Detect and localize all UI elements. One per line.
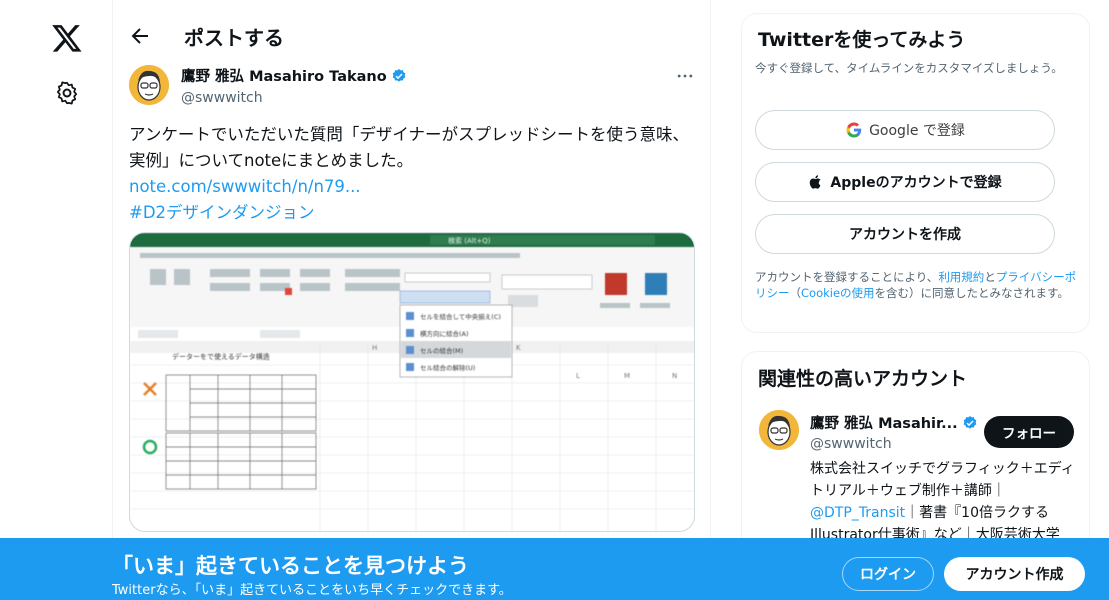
- col-m: M: [624, 372, 630, 380]
- avatar[interactable]: [129, 65, 169, 105]
- related-bio: 株式会社スイッチでグラフィック＋エディトリアル＋ウェブ制作＋講師｜ @DTP_Tr…: [810, 458, 1080, 546]
- signup-button[interactable]: アカウント作成: [944, 557, 1085, 591]
- google-signup-button[interactable]: Google で登録: [755, 110, 1055, 150]
- gear-icon[interactable]: [54, 80, 80, 106]
- bio-mention[interactable]: @DTP_Transit: [810, 505, 905, 521]
- verified-badge-icon: [963, 415, 976, 429]
- legal-and: と: [984, 270, 996, 284]
- cookie-link[interactable]: Cookieの使用: [801, 286, 875, 300]
- ribbon-search: 検索 (Alt+Q): [448, 236, 491, 245]
- tweet-body: アンケートでいただいた質問「デザイナーがスプレッドシートを使う意味、実例」につい…: [129, 122, 695, 226]
- tweet-image[interactable]: 検索 (Alt+Q) H K L M N データーをで使えるデータ構造 セルを結…: [129, 232, 695, 532]
- right-sidebar: Twitterを使ってみよう 今すぐ登録して、タイムラインをカスタマイズしましょ…: [741, 13, 1090, 600]
- left-nav: [0, 0, 112, 600]
- create-account-button[interactable]: アカウントを作成: [755, 214, 1055, 254]
- verified-badge-icon: [392, 68, 406, 82]
- legal-notice: アカウントを登録することにより、利用規約とプライバシーポリシー（Cookieの使…: [755, 269, 1085, 301]
- main-column: ポストする 鷹野 雅弘 Masahiro Takano @swwwitch アン…: [112, 0, 711, 600]
- bio-line-1: 株式会社スイッチでグラフィック＋エディトリアル＋ウェブ制作＋講師｜: [810, 461, 1075, 499]
- login-button[interactable]: ログイン: [842, 557, 934, 591]
- arrow-left-icon[interactable]: [128, 24, 152, 48]
- legal-mid: （: [789, 286, 802, 300]
- menu-merge-across: 横方向に結合(A): [420, 329, 469, 338]
- tweet-link[interactable]: note.com/swwwitch/n/n79...: [129, 174, 695, 200]
- menu-merge-center: セルを結合して中央揃え(C): [420, 312, 501, 321]
- menu-merge-cells: セルの結合(M): [420, 346, 463, 355]
- google-signup-label: Google で登録: [869, 123, 965, 139]
- banner-title: 「いま」起きていることを見つけよう: [112, 554, 469, 578]
- col-l: L: [576, 372, 580, 380]
- apple-signup-button[interactable]: Appleのアカウントで登録: [755, 162, 1055, 202]
- col-k: K: [516, 344, 521, 352]
- tweet-author[interactable]: 鷹野 雅弘 Masahiro Takano @swwwitch: [181, 65, 407, 106]
- apple-icon: [810, 175, 821, 189]
- banner-subtitle: Twitterなら、「いま」起きていることをいち早くチェックできます。: [112, 583, 512, 598]
- author-name: 鷹野 雅弘 Masahiro Takano: [181, 69, 387, 85]
- x-logo-icon[interactable]: [51, 22, 83, 54]
- google-icon: [846, 122, 862, 138]
- create-account-label: アカウントを作成: [849, 227, 961, 243]
- tweet-hashtag[interactable]: #D2デザインダンジョン: [129, 200, 695, 226]
- signup-subtitle: 今すぐ登録して、タイムラインをカスタマイズしましょう。: [755, 61, 1063, 75]
- author-handle: @swwwitch: [181, 90, 263, 106]
- author-name-row: 鷹野 雅弘 Masahiro Takano: [181, 65, 407, 86]
- apple-signup-label: Appleのアカウントで登録: [830, 175, 1002, 191]
- col-n: N: [672, 372, 677, 380]
- related-title: 関連性の高いアカウント: [758, 368, 968, 390]
- page-title: ポストする: [184, 26, 284, 50]
- signup-card: Twitterを使ってみよう 今すぐ登録して、タイムラインをカスタマイズしましょ…: [741, 13, 1090, 333]
- related-handle: @swwwitch: [810, 436, 892, 452]
- legal-post: を含む）に同意したとみなされます。: [874, 286, 1069, 300]
- top-bar: ポストする: [113, 0, 711, 70]
- follow-button[interactable]: フォロー: [984, 416, 1074, 448]
- menu-unmerge: セル結合の解除(U): [420, 363, 475, 372]
- signup-banner: 「いま」起きていることを見つけよう Twitterなら、「いま」起きていることを…: [0, 538, 1109, 600]
- terms-link[interactable]: 利用規約: [938, 270, 984, 284]
- more-options-icon[interactable]: [675, 66, 695, 86]
- related-name: 鷹野 雅弘 Masahir...: [810, 416, 958, 432]
- signup-title: Twitterを使ってみよう: [758, 29, 966, 51]
- tweet-text: アンケートでいただいた質問「デザイナーがスプレッドシートを使う意味、実例」につい…: [129, 125, 690, 170]
- col-h: H: [372, 344, 377, 352]
- sheet-title: データーをで使えるデータ構造: [172, 352, 270, 361]
- related-name-row[interactable]: 鷹野 雅弘 Masahir...: [810, 412, 978, 433]
- related-avatar[interactable]: [759, 410, 799, 450]
- legal-pre: アカウントを登録することにより、: [755, 270, 939, 284]
